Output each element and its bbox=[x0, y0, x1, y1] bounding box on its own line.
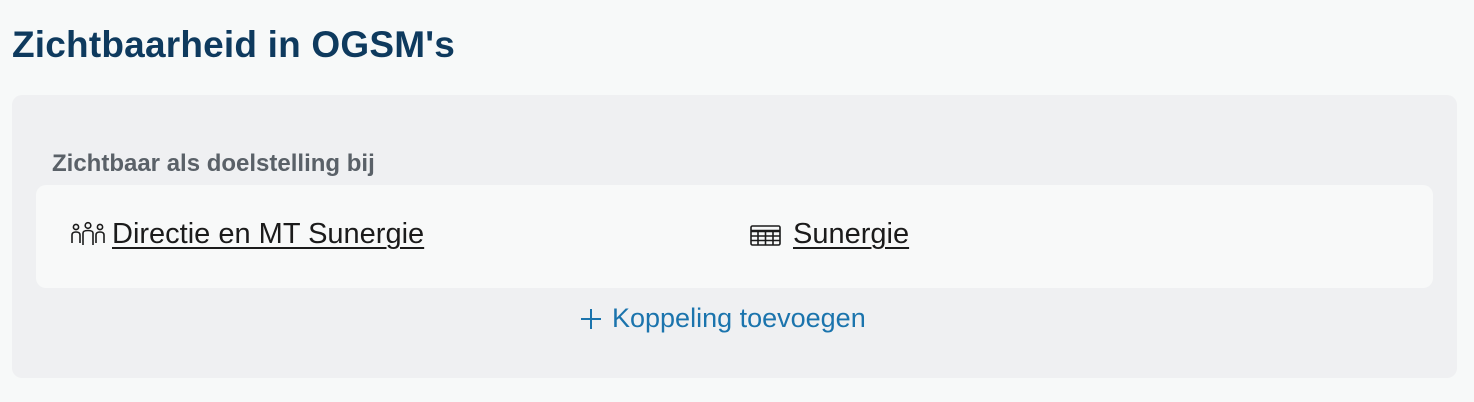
page: Zichtbaarheid in OGSM's Zichtbaar als do… bbox=[0, 0, 1474, 402]
add-link-label: Koppeling toevoegen bbox=[612, 303, 866, 333]
add-link-button[interactable]: Koppeling toevoegen bbox=[578, 303, 866, 334]
linked-ogsm-label: Sunergie bbox=[793, 218, 910, 250]
page-title: Zichtbaarheid in OGSM's bbox=[12, 24, 456, 65]
linked-ogsm-team-label: Directie en MT Sunergie bbox=[112, 218, 425, 250]
linked-ogsm-list: Directie en MT Sunergie Sunergie bbox=[36, 185, 1433, 288]
linked-ogsm-team-link[interactable]: Directie en MT Sunergie bbox=[68, 218, 424, 251]
section-label: Zichtbaar als doelstelling bij bbox=[52, 150, 375, 177]
visibility-panel: Zichtbaar als doelstelling bij Directie … bbox=[12, 95, 1457, 378]
team-icon bbox=[68, 221, 108, 249]
linked-ogsm-link[interactable]: Sunergie bbox=[749, 218, 909, 251]
table-icon bbox=[749, 221, 789, 249]
plus-icon bbox=[578, 306, 604, 332]
